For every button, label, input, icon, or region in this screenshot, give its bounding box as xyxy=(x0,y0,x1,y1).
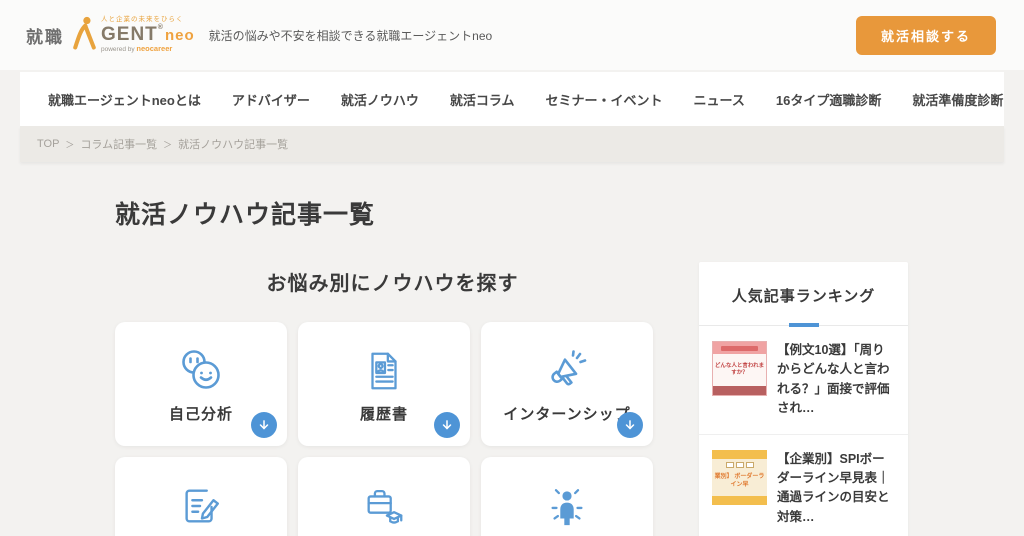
ranking-article-1[interactable]: どんな人と言われますか？ 【例文10選】「周りからどんな人と言われる？」面接で評… xyxy=(699,326,908,435)
site-logo[interactable]: 就職 人と企業の未来をひらく GENT®neo powered by neoca… xyxy=(26,15,195,56)
smiley-faces-icon xyxy=(177,344,225,394)
ranking-sidebar: 人気記事ランキング どんな人と言われますか？ 【例文10選】「周りからどんな人と… xyxy=(699,262,908,536)
breadcrumb-separator: ＞ xyxy=(163,139,173,150)
category-card-internship[interactable]: インターンシップ xyxy=(481,322,653,446)
top-header: 就職 人と企業の未来をひらく GENT®neo powered by neoca… xyxy=(0,0,1024,70)
breadcrumb-column-list[interactable]: コラム記事一覧 xyxy=(80,136,157,152)
nav-item-knowhow[interactable]: 就活ノウハウ xyxy=(341,90,419,109)
scroll-down-arrow-button[interactable] xyxy=(617,412,643,438)
category-card-self-analysis[interactable]: 自己分析 xyxy=(115,322,287,446)
breadcrumb: TOP ＞ コラム記事一覧 ＞ 就活ノウハウ記事一覧 xyxy=(20,126,1004,162)
category-label: 履歴書 xyxy=(359,406,408,423)
main-nav: 就職エージェントneoとは アドバイザー 就活ノウハウ 就活コラム セミナー・イ… xyxy=(20,72,1004,126)
article-title: 【企業別】SPIボーダーライン早見表｜通過ラインの目安と対策… xyxy=(777,451,890,524)
person-a-logo-icon xyxy=(70,15,99,56)
article-thumbnail: どんな人と言われますか？ xyxy=(712,341,767,396)
breadcrumb-separator: ＞ xyxy=(65,139,75,150)
section-heading: お悩み別にノウハウを探す xyxy=(266,273,519,295)
briefcase-gradcap-icon xyxy=(361,479,407,529)
scroll-down-arrow-button[interactable] xyxy=(251,412,277,438)
person-rays-icon xyxy=(544,479,590,529)
breadcrumb-current: 就活ノウハウ記事一覧 xyxy=(178,139,289,151)
nav-item-news[interactable]: ニュース xyxy=(694,90,745,109)
consult-button[interactable]: 就活相談する xyxy=(855,15,996,55)
logo-powered-by: powered by neocareer xyxy=(101,44,173,54)
ranking-title: 人気記事ランキング xyxy=(731,288,876,305)
scroll-down-arrow-button[interactable] xyxy=(434,412,460,438)
registered-mark: ® xyxy=(157,23,164,31)
category-label: 自己分析 xyxy=(168,406,233,423)
article-title: 【例文10選】「周りからどんな人と言われる？」面接で評価され… xyxy=(777,343,890,416)
nav-item-16type-test[interactable]: 16タイプ適職診断 xyxy=(776,90,881,109)
category-card-entry-sheet[interactable]: エントリーシート xyxy=(115,457,287,536)
document-pencil-icon xyxy=(178,479,224,529)
nav-item-column[interactable]: 就活コラム xyxy=(450,90,515,109)
nav-item-about[interactable]: 就職エージェントneoとは xyxy=(48,90,201,109)
nav-item-readiness-test[interactable]: 就活準備度診断 xyxy=(912,90,1003,109)
site-description: 就活の悩みや不安を相談できる就職エージェントneo xyxy=(208,28,493,43)
page-title: 就活ノウハウ記事一覧 xyxy=(115,201,376,229)
ranking-header: 人気記事ランキング xyxy=(699,262,908,327)
category-label: インターンシップ xyxy=(503,406,631,423)
main-column: 就活ノウハウ記事一覧 お悩み別にノウハウを探す 自己分析 履歴書 インターンシッ… xyxy=(115,195,670,536)
ranking-article-2[interactable]: 業別】 ボーダーライン早 【企業別】SPIボーダーライン早見表｜通過ラインの目安… xyxy=(699,435,908,536)
logo-kanji: 就職 xyxy=(26,27,64,47)
page: 就職 人と企業の未来をひらく GENT®neo powered by neoca… xyxy=(0,0,1024,536)
logo-brand-suffix: neo xyxy=(164,26,195,44)
breadcrumb-top[interactable]: TOP xyxy=(37,138,59,150)
megaphone-icon xyxy=(543,344,591,394)
nav-item-seminar[interactable]: セミナー・イベント xyxy=(546,90,663,109)
resume-document-icon xyxy=(361,344,407,394)
logo-tagline: 人と企業の未来をひらく xyxy=(101,16,184,24)
ranking-title-accent-bar xyxy=(788,323,819,327)
nav-item-advisor[interactable]: アドバイザー xyxy=(232,90,310,109)
category-grid: 自己分析 履歴書 インターンシップ xyxy=(115,322,670,536)
logo-brand: GENT®neo xyxy=(101,23,195,45)
category-card-motivation[interactable]: 志望動機 xyxy=(298,457,470,536)
content-area: 就活ノウハウ記事一覧 お悩み別にノウハウを探す 自己分析 履歴書 インターンシッ… xyxy=(0,162,1024,536)
category-card-self-pr[interactable]: 自己PR xyxy=(481,457,653,536)
category-card-resume[interactable]: 履歴書 xyxy=(298,322,470,446)
powered-brand: neocareer xyxy=(136,44,173,54)
article-thumbnail: 業別】 ボーダーライン早 xyxy=(712,449,767,505)
